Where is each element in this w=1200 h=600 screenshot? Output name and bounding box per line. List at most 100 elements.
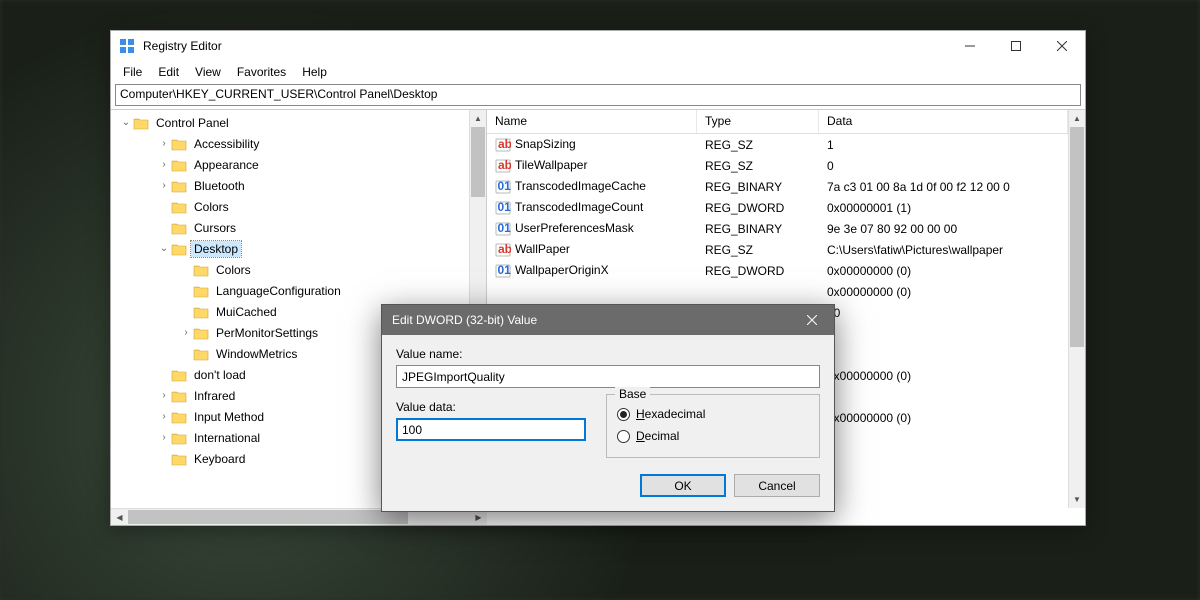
string-value-icon: ab (495, 137, 511, 153)
menu-view[interactable]: View (187, 63, 229, 81)
cell-type: REG_BINARY (697, 180, 819, 194)
scroll-thumb[interactable] (1070, 127, 1084, 347)
chevron-down-icon[interactable]: ⌄ (119, 117, 133, 128)
folder-icon (193, 305, 209, 319)
tree-item[interactable]: › Appearance (111, 154, 469, 175)
scroll-up-icon[interactable]: ▲ (1069, 110, 1085, 127)
tree-item[interactable]: ⌄ Control Panel (111, 112, 469, 133)
folder-icon (193, 263, 209, 277)
menu-help[interactable]: Help (294, 63, 335, 81)
cell-name: 011WallpaperOriginX (487, 263, 697, 279)
column-name[interactable]: Name (487, 110, 697, 133)
chevron-right-icon[interactable]: › (157, 390, 171, 401)
list-row[interactable]: 011UserPreferencesMaskREG_BINARY9e 3e 07… (487, 218, 1068, 239)
cancel-button[interactable]: Cancel (734, 474, 820, 497)
cell-type: REG_DWORD (697, 264, 819, 278)
menu-file[interactable]: File (115, 63, 150, 81)
menu-edit[interactable]: Edit (150, 63, 187, 81)
radio-icon (617, 430, 630, 443)
cell-type: REG_BINARY (697, 222, 819, 236)
ok-button[interactable]: OK (640, 474, 726, 497)
tree-item-label[interactable]: LanguageConfiguration (213, 283, 344, 299)
valuedata-input[interactable] (396, 418, 586, 441)
chevron-right-icon[interactable]: › (157, 138, 171, 149)
tree-item-label[interactable]: Keyboard (191, 451, 248, 467)
list-header[interactable]: Name Type Data (487, 110, 1068, 134)
cell-type: REG_SZ (697, 138, 819, 152)
folder-icon (193, 284, 209, 298)
maximize-button[interactable] (993, 31, 1039, 61)
folder-icon (171, 179, 187, 193)
column-data[interactable]: Data (819, 110, 1068, 133)
tree-item-label[interactable]: Infrared (191, 388, 238, 404)
folder-icon (193, 326, 209, 340)
list-row[interactable]: 011WallpaperOriginXREG_DWORD0x00000000 (… (487, 260, 1068, 281)
tree-item-label[interactable]: Appearance (191, 157, 262, 173)
tree-item-label[interactable]: PerMonitorSettings (213, 325, 321, 341)
titlebar[interactable]: Registry Editor (111, 31, 1085, 61)
list-row[interactable]: 011TranscodedImageCountREG_DWORD0x000000… (487, 197, 1068, 218)
list-row[interactable]: 0x00000000 (0) (487, 281, 1068, 302)
cell-type: REG_SZ (697, 159, 819, 173)
tree-item[interactable]: › Accessibility (111, 133, 469, 154)
scroll-down-icon[interactable]: ▼ (1069, 491, 1085, 508)
folder-icon (171, 158, 187, 172)
list-scrollbar[interactable]: ▲ ▼ (1068, 110, 1085, 508)
minimize-button[interactable] (947, 31, 993, 61)
tree-item-label[interactable]: International (191, 430, 263, 446)
scroll-thumb[interactable] (471, 127, 485, 197)
valuename-input[interactable] (396, 365, 820, 388)
tree-item-label[interactable]: don't load (191, 367, 249, 383)
chevron-right-icon[interactable]: › (157, 432, 171, 443)
chevron-right-icon[interactable]: › (179, 327, 193, 338)
column-type[interactable]: Type (697, 110, 819, 133)
tree-item-label[interactable]: WindowMetrics (213, 346, 300, 362)
tree-item-label[interactable]: Colors (213, 262, 254, 278)
list-row[interactable]: 011TranscodedImageCacheREG_BINARY7a c3 0… (487, 176, 1068, 197)
tree-item[interactable]: Cursors (111, 217, 469, 238)
tree-item-label[interactable]: Accessibility (191, 136, 262, 152)
scroll-left-icon[interactable]: ◀ (111, 509, 128, 525)
cell-data: 1 (819, 390, 1068, 404)
close-button[interactable] (1039, 31, 1085, 61)
binary-value-icon: 011 (495, 221, 511, 237)
chevron-down-icon[interactable]: ⌄ (157, 243, 171, 254)
menubar: File Edit View Favorites Help (111, 61, 1085, 83)
radio-decimal[interactable]: Decimal (617, 425, 809, 447)
dialog-body: Value name: Value data: Base Hexadecimal… (382, 335, 834, 511)
cell-data: 0x00000000 (0) (819, 411, 1068, 425)
svg-text:ab: ab (498, 242, 511, 256)
tree-item-label[interactable]: Desktop (191, 241, 241, 257)
scroll-thumb[interactable] (128, 510, 408, 524)
scroll-up-icon[interactable]: ▲ (470, 110, 486, 127)
tree-item-label[interactable]: Bluetooth (191, 178, 248, 194)
tree-item-label[interactable]: Input Method (191, 409, 267, 425)
svg-text:ab: ab (498, 158, 511, 172)
list-row[interactable]: abWallPaperREG_SZC:\Users\fatiw\Pictures… (487, 239, 1068, 260)
tree-item-label[interactable]: Control Panel (153, 115, 232, 131)
chevron-right-icon[interactable]: › (157, 159, 171, 170)
dialog-close-button[interactable] (789, 305, 834, 335)
tree-item[interactable]: Colors (111, 196, 469, 217)
cell-type: REG_SZ (697, 243, 819, 257)
tree-item[interactable]: › Bluetooth (111, 175, 469, 196)
dialog-title: Edit DWORD (32-bit) Value (392, 313, 789, 327)
svg-text:011: 011 (498, 263, 512, 277)
chevron-right-icon[interactable]: › (157, 180, 171, 191)
list-row[interactable]: abSnapSizingREG_SZ1 (487, 134, 1068, 155)
folder-icon (171, 431, 187, 445)
folder-icon (171, 410, 187, 424)
list-row[interactable]: abTileWallpaperREG_SZ0 (487, 155, 1068, 176)
dialog-titlebar[interactable]: Edit DWORD (32-bit) Value (382, 305, 834, 335)
tree-item[interactable]: LanguageConfiguration (111, 280, 469, 301)
tree-item-label[interactable]: Cursors (191, 220, 239, 236)
tree-item[interactable]: Colors (111, 259, 469, 280)
radio-hexadecimal[interactable]: Hexadecimal (617, 403, 809, 425)
tree-item-label[interactable]: Colors (191, 199, 232, 215)
menu-favorites[interactable]: Favorites (229, 63, 294, 81)
tree-item-label[interactable]: MuiCached (213, 304, 280, 320)
svg-text:011: 011 (498, 179, 512, 193)
chevron-right-icon[interactable]: › (157, 411, 171, 422)
tree-item[interactable]: ⌄ Desktop (111, 238, 469, 259)
address-bar[interactable]: Computer\HKEY_CURRENT_USER\Control Panel… (115, 84, 1081, 106)
